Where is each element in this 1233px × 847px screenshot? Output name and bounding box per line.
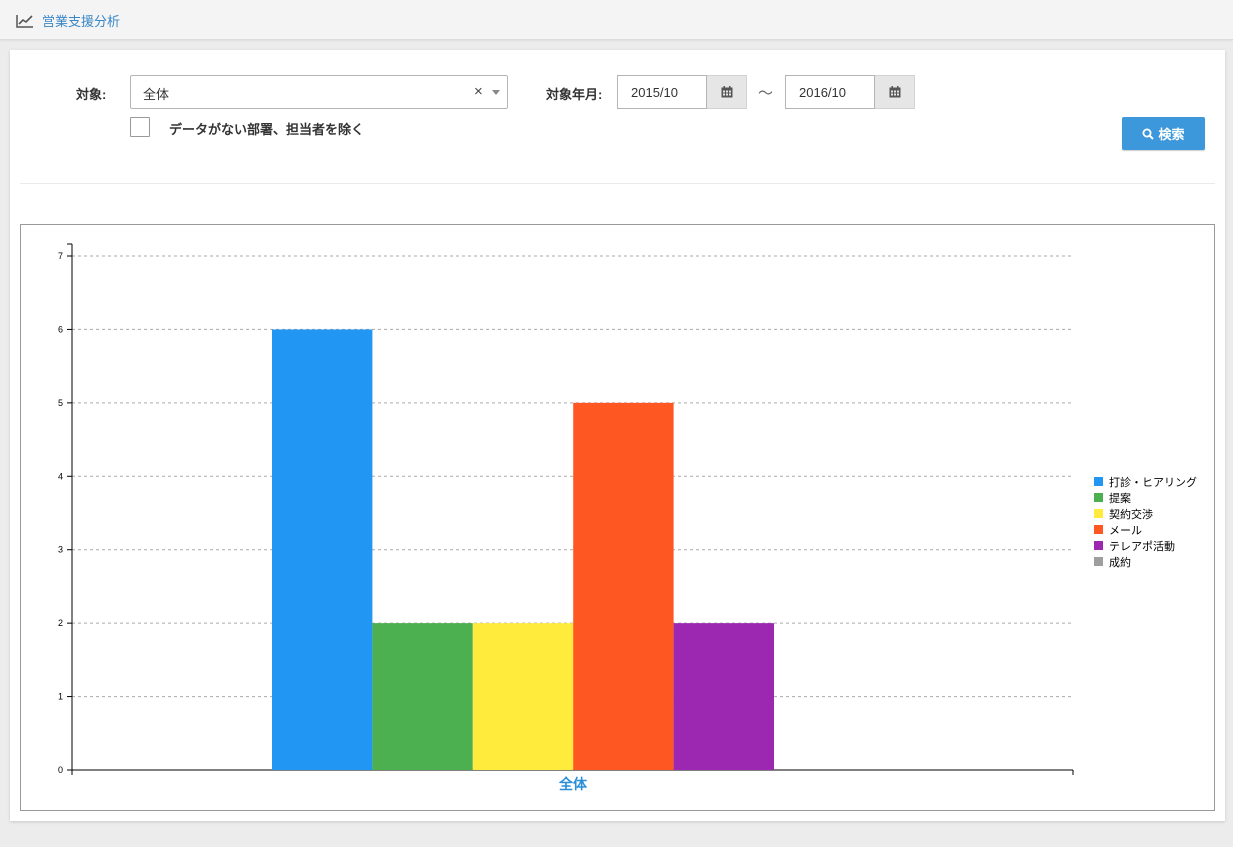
- bar-1: [272, 329, 373, 770]
- legend-swatch: [1094, 541, 1103, 550]
- y-tick-label: 5: [58, 398, 63, 408]
- y-tick-label: 4: [58, 471, 63, 481]
- exclude-empty-label: データがない部署、担当者を除く: [169, 122, 365, 137]
- line-chart-icon: [16, 14, 33, 28]
- chart-container: 0 1 2 3 4 5 6 7 全体 打診・ヒアリング 提案契約交渉メールテレアポ活動 成約: [20, 224, 1215, 811]
- y-tick-label: 7: [58, 251, 63, 261]
- y-tick-label: 2: [58, 618, 63, 628]
- legend-label: 成約: [1109, 555, 1131, 569]
- page-title-link[interactable]: 営業支援分析: [16, 11, 120, 30]
- y-tick-label: 1: [58, 692, 63, 702]
- legend-swatch: [1094, 557, 1103, 566]
- chevron-down-icon[interactable]: [492, 90, 500, 95]
- bar-5: [673, 623, 774, 770]
- calendar-icon: [721, 86, 732, 98]
- legend-label: テレアポ活動: [1109, 539, 1175, 553]
- exclude-empty-checkbox[interactable]: [130, 117, 150, 137]
- legend-swatch: [1094, 477, 1103, 486]
- legend-swatch: [1094, 509, 1103, 518]
- date-from-input[interactable]: 2015/10: [617, 75, 707, 109]
- clear-icon[interactable]: ×: [474, 83, 483, 100]
- target-label: 対象:: [76, 87, 107, 102]
- top-bar: 営業支援分析: [0, 0, 1233, 40]
- divider: [20, 183, 1215, 184]
- calendar-icon: [889, 86, 900, 98]
- search-icon: [1142, 128, 1155, 140]
- date-to-calendar-button[interactable]: [875, 75, 915, 109]
- range-separator: ～: [758, 85, 774, 102]
- bar-4: [573, 402, 674, 770]
- main-panel: 対象: 全体 × 対象年月: 2015/10 ～ 2016/10 データがない部…: [10, 50, 1225, 821]
- legend-swatch: [1094, 493, 1103, 502]
- target-select[interactable]: 全体 ×: [130, 75, 508, 109]
- period-label: 対象年月:: [546, 87, 603, 102]
- legend-label: 契約交渉: [1109, 507, 1153, 521]
- bar-chart: 0 1 2 3 4 5 6 7 全体 打診・ヒアリング提案契約交渉メールテレアポ活動成約: [58, 243, 1197, 792]
- target-select-value: 全体: [143, 87, 170, 102]
- legend-swatch: [1094, 525, 1103, 534]
- y-tick-label: 0: [58, 765, 63, 775]
- search-button-label: 検索: [1158, 127, 1185, 142]
- legend-label: メール: [1109, 525, 1142, 537]
- x-category-label: 全体: [558, 776, 588, 792]
- page-title: 営業支援分析: [42, 14, 121, 29]
- y-tick-label: 6: [58, 324, 63, 334]
- date-to-input[interactable]: 2016/10: [785, 75, 875, 109]
- legend-label: 提案: [1109, 491, 1131, 505]
- search-button[interactable]: 検索: [1122, 117, 1205, 150]
- bar-2: [372, 623, 473, 770]
- bar-3: [472, 623, 574, 770]
- date-from-calendar-button[interactable]: [707, 75, 747, 109]
- y-tick-label: 3: [58, 545, 63, 555]
- legend-label: 打診・ヒアリング: [1109, 475, 1197, 489]
